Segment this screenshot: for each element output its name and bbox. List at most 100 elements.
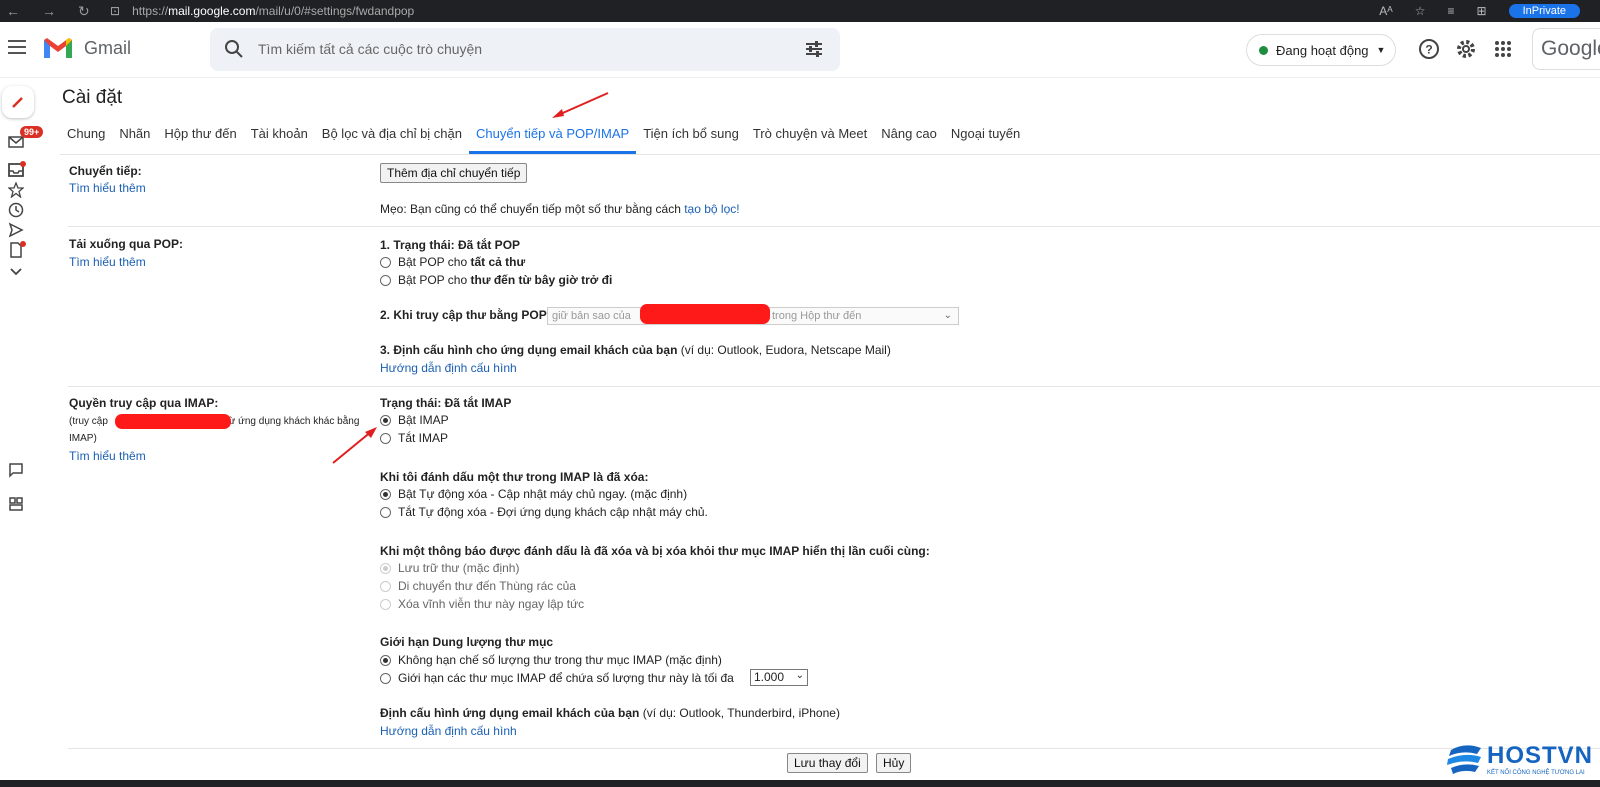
main-menu-icon[interactable] — [8, 40, 26, 54]
section-divider — [68, 226, 1600, 227]
tab-addons[interactable]: Tiện ích bổ sung — [636, 126, 746, 154]
forward-icon[interactable]: → — [42, 3, 56, 20]
search-icon[interactable] — [224, 39, 244, 59]
tab-general[interactable]: Chung — [60, 126, 112, 154]
tabs-divider — [60, 154, 1600, 155]
chat-icon[interactable] — [8, 462, 24, 478]
imap-label: Quyền truy cập qua IMAP: — [69, 396, 219, 410]
chevron-down-icon: ▼ — [1376, 45, 1386, 55]
imap-description-line2: IMAP) — [69, 433, 97, 444]
folder-limit-heading: Giới hạn Dung lượng thư mục — [380, 635, 554, 649]
page-title: Cài đặt — [62, 87, 123, 108]
svg-text:?: ? — [1425, 43, 1432, 57]
hostvn-watermark: HOSTVN KẾT NỐI CÔNG NGHỆ TƯƠNG LAI — [1445, 740, 1600, 780]
left-rail: 99+ — [0, 78, 44, 778]
back-icon[interactable]: ← — [6, 3, 20, 20]
pop-access-select-suffix: trong Hộp thư đến — [772, 310, 862, 322]
star-icon[interactable] — [8, 182, 24, 198]
send-icon[interactable] — [8, 222, 24, 238]
reload-icon[interactable]: ↻ — [78, 3, 90, 20]
cancel-button[interactable]: Hủy — [876, 753, 912, 773]
gmail-header: Gmail Tìm kiếm tất cả các cuộc trò chuyệ… — [0, 22, 1600, 78]
app-name: Gmail — [84, 37, 132, 58]
folder-limit-radio[interactable] — [380, 673, 391, 684]
folder-limit-select[interactable]: 1.000 ⌄ — [750, 669, 808, 686]
gmail-logo[interactable]: Gmail — [42, 36, 131, 60]
gear-icon[interactable] — [1455, 38, 1477, 60]
search-options-icon[interactable] — [804, 39, 824, 59]
imap-delete-heading: Khi tôi đánh dấu một thư trong IMAP là đ… — [380, 470, 649, 484]
status-label: Đang hoạt động — [1276, 42, 1369, 58]
search-bar[interactable]: Tìm kiếm tất cả các cuộc trò chuyện — [210, 28, 840, 71]
imap-disable-radio[interactable] — [380, 433, 391, 444]
settings-tabs: Chung Nhãn Hộp thư đến Tài khoản Bộ lọc … — [60, 126, 1027, 156]
delete-forever-radio[interactable] — [380, 599, 391, 610]
browser-actions: Aᴬ ☆ ≡ ⊞ InPrivate — [1379, 0, 1600, 22]
pencil-icon — [12, 97, 23, 108]
tab-labels[interactable]: Nhãn — [112, 126, 157, 154]
add-forwarding-address-button[interactable]: Thêm địa chỉ chuyển tiếp — [380, 163, 528, 183]
extensions-icon[interactable]: ⊞ — [1477, 4, 1487, 18]
imap-config-guide-link[interactable]: Hướng dẫn định cấu hình — [380, 724, 517, 738]
folder-limit-label: Giới hạn các thư mục IMAP để chứa số lượ… — [398, 671, 734, 685]
status-button[interactable]: Đang hoạt động ▼ — [1246, 34, 1396, 66]
apps-grid-icon[interactable] — [1492, 38, 1514, 60]
imap-config-text: Định cấu hình ứng dụng email khách của b… — [380, 706, 840, 720]
tab-accounts[interactable]: Tài khoản — [244, 126, 315, 154]
inprivate-badge[interactable]: InPrivate — [1508, 4, 1580, 18]
pop-learn-more-link[interactable]: Tìm hiểu thêm — [69, 255, 146, 269]
pop-from-now-radio[interactable] — [380, 275, 391, 286]
search-input[interactable]: Tìm kiếm tất cả các cuộc trò chuyện — [258, 41, 482, 57]
auto-expunge-off-label: Tắt Tự động xóa - Đợi ứng dụng khách cập… — [398, 505, 708, 519]
pop-config-text: 3. Định cấu hình cho ứng dụng email khác… — [380, 343, 891, 357]
tab-chat-meet[interactable]: Trò chuyện và Meet — [746, 126, 874, 154]
auto-expunge-off-radio[interactable] — [380, 507, 391, 518]
google-account-button[interactable]: Google — [1532, 28, 1600, 70]
chevron-down-icon: ⌄ — [795, 670, 804, 681]
hostvn-brand: HOSTVN — [1487, 742, 1594, 769]
pop-access-label: 2. Khi truy cập thư bằng POP — [380, 308, 547, 322]
inbox-notification-dot — [20, 161, 26, 167]
tab-offline[interactable]: Ngoại tuyến — [944, 126, 1027, 154]
pop-access-select-value: giữ bản sao của — [552, 310, 631, 322]
archive-message-radio[interactable] — [380, 563, 391, 574]
chevron-down-icon: ⌄ — [943, 310, 952, 321]
imap-expunge-heading: Khi một thông báo được đánh dấu là đã xó… — [380, 544, 930, 558]
tab-advanced[interactable]: Nâng cao — [874, 126, 944, 154]
address-bar[interactable]: ⊡ https://mail.google.com/mail/u/0/#sett… — [110, 4, 414, 18]
spaces-icon[interactable] — [8, 496, 24, 512]
folder-limit-value: 1.000 — [754, 670, 785, 684]
tab-forwarding-pop-imap[interactable]: Chuyển tiếp và POP/IMAP — [469, 126, 637, 154]
unread-badge: 99+ — [20, 126, 44, 138]
redacted-email — [640, 304, 770, 324]
imap-learn-more-link[interactable]: Tìm hiểu thêm — [69, 449, 146, 463]
clock-icon[interactable] — [8, 202, 24, 218]
bottom-edge — [0, 780, 1600, 787]
imap-enable-radio[interactable] — [380, 415, 391, 426]
imap-enable-label: Bật IMAP — [398, 413, 449, 427]
help-icon[interactable]: ? — [1418, 38, 1440, 60]
no-folder-limit-radio[interactable] — [380, 655, 391, 666]
create-filter-link[interactable]: tạo bộ lọc! — [684, 202, 739, 216]
chevron-down-icon[interactable] — [8, 264, 24, 280]
pop-config-guide-link[interactable]: Hướng dẫn định cấu hình — [380, 361, 517, 375]
hostvn-tagline: KẾT NỐI CÔNG NGHỆ TƯƠNG LAI — [1487, 770, 1585, 776]
favorites-icon[interactable]: ☆ — [1415, 4, 1426, 18]
forwarding-learn-more-link[interactable]: Tìm hiểu thêm — [69, 181, 146, 195]
tab-filters[interactable]: Bộ lọc và địa chỉ bị chặn — [315, 126, 469, 154]
no-folder-limit-label: Không hạn chế số lượng thư trong thư mục… — [398, 653, 722, 667]
annotation-arrow-icon — [552, 92, 609, 118]
browser-toolbar: ← → ↻ ⊡ https://mail.google.com/mail/u/0… — [0, 0, 1600, 22]
auto-expunge-on-radio[interactable] — [380, 489, 391, 500]
redacted-email — [115, 414, 231, 429]
tab-inbox[interactable]: Hộp thư đến — [157, 126, 243, 154]
pop-all-mail-radio[interactable] — [380, 257, 391, 268]
save-changes-button[interactable]: Lưu thay đổi — [787, 753, 868, 773]
imap-status: Trạng thái: Đã tắt IMAP — [380, 396, 512, 410]
page-info-icon[interactable]: ⊡ — [110, 4, 120, 18]
read-aloud-icon[interactable]: Aᴬ — [1379, 4, 1392, 18]
collections-icon[interactable]: ≡ — [1448, 4, 1455, 18]
move-to-trash-radio[interactable] — [380, 581, 391, 592]
compose-button[interactable] — [2, 86, 34, 118]
pop-all-mail-label: Bật POP cho tất cả thư — [398, 255, 526, 269]
